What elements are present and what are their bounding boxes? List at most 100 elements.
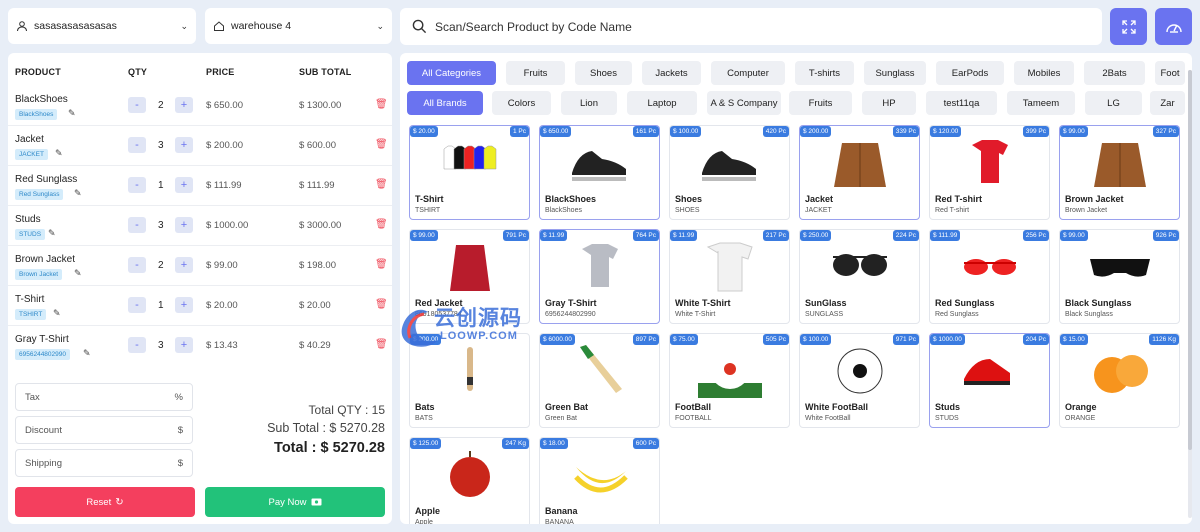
category-pill-jackets[interactable]: Jackets	[642, 61, 701, 85]
delete-icon[interactable]: 🗑	[375, 179, 388, 190]
cart-item-subtotal: $ 600.00	[299, 140, 336, 151]
product-card[interactable]: $ 15.00 1126 Kg Orange ORANGE	[1059, 333, 1180, 428]
category-pill-foot[interactable]: Foot	[1155, 61, 1185, 85]
product-card[interactable]: $ 120.00 399 Pc Red T-shirt Red T-shirt	[929, 125, 1050, 220]
delete-icon[interactable]: 🗑	[375, 99, 388, 110]
brand-pill-tameem[interactable]: Tameem	[1007, 91, 1075, 115]
brand-pill-zar[interactable]: Zar	[1150, 91, 1185, 115]
qty-decrease-button[interactable]: -	[128, 257, 146, 273]
brand-pill-lg[interactable]: LG	[1085, 91, 1142, 115]
qty-decrease-button[interactable]: -	[128, 217, 146, 233]
delete-icon[interactable]: 🗑	[375, 139, 388, 150]
tax-input[interactable]: Tax %	[15, 383, 193, 411]
product-card[interactable]: $ 100.00 971 Pc White FootBall White FootBa…	[799, 333, 920, 428]
product-price-badge: $ 99.00	[1060, 230, 1088, 241]
product-card[interactable]: $ 1000.00 204 Pc Studs STUDS	[929, 333, 1050, 428]
cart-item-qty[interactable]: 3	[158, 340, 164, 351]
edit-icon[interactable]: ✎	[74, 268, 82, 279]
brand-pill-fruits[interactable]: Fruits	[789, 91, 852, 115]
search-icon	[412, 19, 427, 34]
delete-icon[interactable]: 🗑	[375, 219, 388, 230]
col-header-price: PRICE	[206, 67, 235, 77]
brand-pill-colors[interactable]: Colors	[492, 91, 551, 115]
qty-increase-button[interactable]: +	[175, 257, 193, 273]
cart-item-qty[interactable]: 3	[158, 140, 164, 151]
reset-button[interactable]: Reset ↻	[15, 487, 195, 517]
category-pill-fruits[interactable]: Fruits	[506, 61, 565, 85]
brand-pill-lion[interactable]: Lion	[561, 91, 617, 115]
product-card[interactable]: $ 100.00 420 Pc Shoes SHOES	[669, 125, 790, 220]
category-pill-mobiles[interactable]: Mobiles	[1014, 61, 1074, 85]
product-code: White T-Shirt	[675, 311, 716, 318]
shipping-placeholder: Shipping	[25, 457, 62, 469]
qty-increase-button[interactable]: +	[175, 337, 193, 353]
qty-increase-button[interactable]: +	[175, 297, 193, 313]
product-card[interactable]: $ 75.00 505 Pc FootBall FOOTBALL	[669, 333, 790, 428]
qty-increase-button[interactable]: +	[175, 217, 193, 233]
cart-item-qty[interactable]: 2	[158, 100, 164, 111]
shipping-input[interactable]: Shipping $	[15, 449, 193, 477]
product-card[interactable]: $ 6000.00 897 Pc Green Bat Green Bat	[539, 333, 660, 428]
product-card[interactable]: $ 111.99 256 Pc Red Sunglass Red Sunglass	[929, 229, 1050, 324]
product-price-badge: $ 650.00	[540, 126, 572, 137]
cart-item-qty[interactable]: 3	[158, 220, 164, 231]
product-name: Banana	[545, 506, 578, 516]
qty-decrease-button[interactable]: -	[128, 137, 146, 153]
qty-decrease-button[interactable]: -	[128, 297, 146, 313]
product-stock-badge: 1126 Kg	[1149, 334, 1179, 345]
dashboard-button[interactable]	[1155, 8, 1192, 45]
product-search-input[interactable]: Scan/Search Product by Code Name	[400, 8, 1102, 45]
delete-icon[interactable]: 🗑	[375, 299, 388, 310]
tax-placeholder: Tax	[25, 391, 40, 403]
total-qty: Total QTY : 15	[308, 403, 385, 417]
edit-icon[interactable]: ✎	[83, 348, 91, 359]
cart-item-qty[interactable]: 1	[158, 180, 164, 191]
brand-pill-all-brands[interactable]: All Brands	[407, 91, 483, 115]
qty-increase-button[interactable]: +	[175, 177, 193, 193]
scrollbar-thumb[interactable]	[1188, 70, 1192, 450]
cart-item-qty[interactable]: 1	[158, 300, 164, 311]
product-card[interactable]: $ 200.00 339 Pc Jacket JACKET	[799, 125, 920, 220]
discount-input[interactable]: Discount $	[15, 416, 193, 444]
qty-decrease-button[interactable]: -	[128, 97, 146, 113]
product-card[interactable]: $ 99.00 926 Pc Black Sunglass Black Sunglas…	[1059, 229, 1180, 324]
product-card[interactable]: $ 250.00 224 Pc SunGlass SUNGLASS	[799, 229, 920, 324]
brand-pill-test11qa[interactable]: test11qa	[926, 91, 997, 115]
product-image	[698, 239, 762, 294]
brand-pill-a-s-company[interactable]: A & S Company	[707, 91, 781, 115]
edit-icon[interactable]: ✎	[74, 188, 82, 199]
customer-select[interactable]: sasasasasasasas ⌄	[8, 8, 196, 44]
qty-decrease-button[interactable]: -	[128, 177, 146, 193]
product-code: BATS	[415, 415, 433, 422]
category-pill-2bats[interactable]: 2Bats	[1084, 61, 1145, 85]
qty-increase-button[interactable]: +	[175, 97, 193, 113]
product-card[interactable]: $ 20.00 1 Pc T-Shirt TSHIRT	[409, 125, 530, 220]
edit-icon[interactable]: ✎	[55, 148, 63, 159]
category-pill-earpods[interactable]: EarPods	[936, 61, 1004, 85]
product-card[interactable]: $ 125.00 247 Kg Apple Apple	[409, 437, 530, 524]
category-pill-computer[interactable]: Computer	[711, 61, 785, 85]
product-card[interactable]: $ 650.00 161 Pc BlackShoes BlackShoes	[539, 125, 660, 220]
product-card[interactable]: $ 11.99 217 Pc White T-Shirt White T-Shirt	[669, 229, 790, 324]
product-code: JACKET	[805, 207, 832, 214]
qty-increase-button[interactable]: +	[175, 137, 193, 153]
product-card[interactable]: $ 18.00 600 Pc Banana BANANA	[539, 437, 660, 524]
brand-pill-laptop[interactable]: Laptop	[627, 91, 697, 115]
warehouse-select[interactable]: warehouse 4 ⌄	[205, 8, 392, 44]
product-card[interactable]: $ 99.00 327 Pc Brown Jacket Brown Jacket	[1059, 125, 1180, 220]
product-card[interactable]: $ 11.99 764 Pc Gray T-Shirt 6956244802990	[539, 229, 660, 324]
fullscreen-button[interactable]	[1110, 8, 1147, 45]
category-pill-sunglass[interactable]: Sunglass	[864, 61, 926, 85]
category-pill-shoes[interactable]: Shoes	[575, 61, 632, 85]
delete-icon[interactable]: 🗑	[375, 339, 388, 350]
category-pill-all-categories[interactable]: All Categories	[407, 61, 496, 85]
edit-icon[interactable]: ✎	[68, 108, 76, 119]
qty-decrease-button[interactable]: -	[128, 337, 146, 353]
pay-now-button[interactable]: Pay Now	[205, 487, 385, 517]
cart-item-qty[interactable]: 2	[158, 260, 164, 271]
delete-icon[interactable]: 🗑	[375, 259, 388, 270]
category-pill-t-shirts[interactable]: T-shirts	[795, 61, 854, 85]
edit-icon[interactable]: ✎	[48, 228, 56, 239]
brand-pill-hp[interactable]: HP	[862, 91, 916, 115]
edit-icon[interactable]: ✎	[53, 308, 61, 319]
